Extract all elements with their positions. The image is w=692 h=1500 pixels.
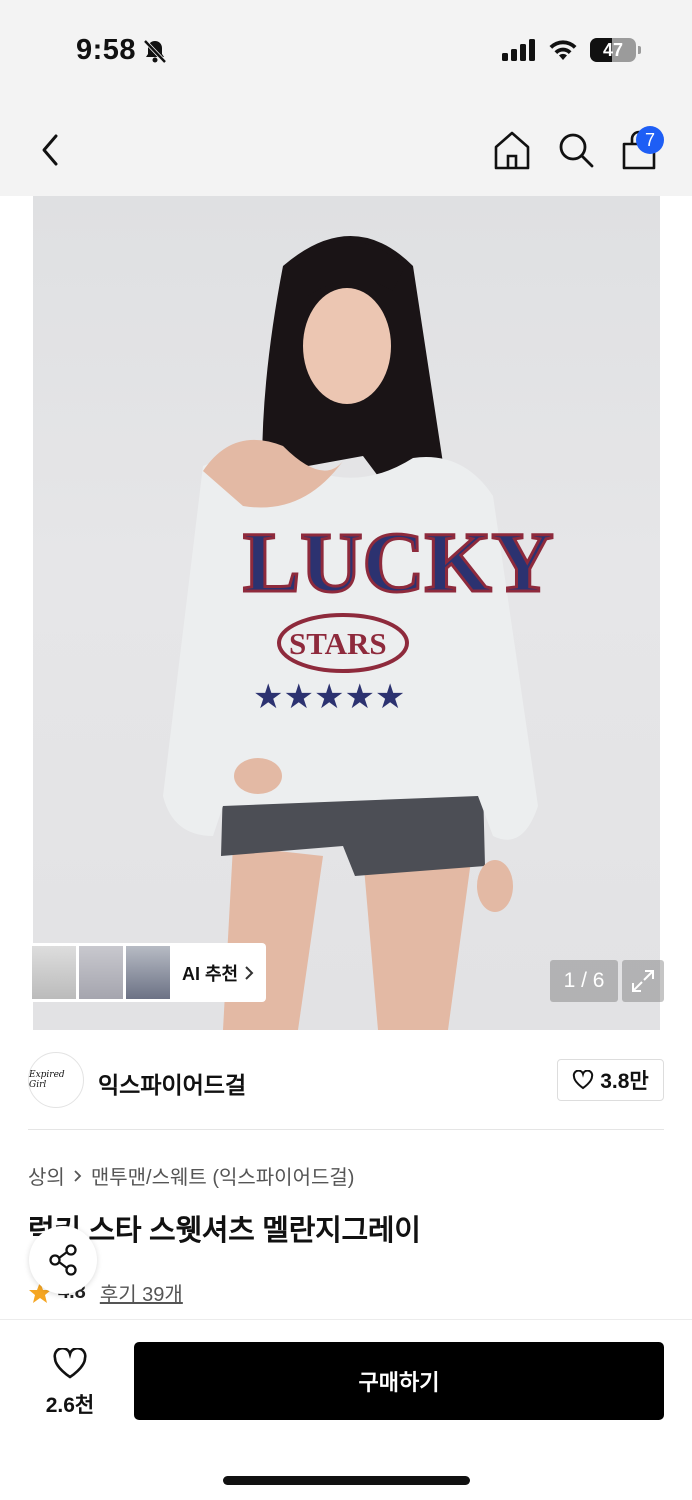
brand-logo[interactable]: Expired Girl xyxy=(28,1052,84,1108)
signal-icon xyxy=(502,39,535,61)
brand-row[interactable]: Expired Girl 익스파이어드걸 3.8만 xyxy=(0,1030,692,1130)
svg-text:STARS: STARS xyxy=(289,626,387,661)
svg-text:LUCKY: LUCKY xyxy=(243,514,554,610)
back-arrow-icon[interactable] xyxy=(34,128,70,172)
status-time: 9:58 xyxy=(76,34,168,67)
ai-thumb-1 xyxy=(32,946,76,999)
status-icons: 47 xyxy=(502,38,641,62)
bell-muted-icon xyxy=(143,39,167,63)
ai-recommend-label: AI 추천 xyxy=(182,963,239,984)
wish-count: 2.6천 xyxy=(45,1394,95,1417)
ai-thumb-2 xyxy=(79,946,123,999)
heart-icon xyxy=(573,1070,594,1090)
cart-badge: 7 xyxy=(636,126,664,154)
heart-icon xyxy=(53,1346,87,1379)
buy-button[interactable]: 구매하기 xyxy=(134,1342,664,1420)
brand-like-count: 3.8만 xyxy=(600,1070,649,1093)
svg-text:★★★★★: ★★★★★ xyxy=(253,678,405,716)
ai-recommend-button[interactable]: AI 추천 xyxy=(29,943,266,1002)
brand-name[interactable]: 익스파이어드걸 xyxy=(98,1066,246,1100)
breadcrumb-leaf[interactable]: 맨투맨/스웨트 (익스파이어드걸) xyxy=(91,1161,355,1190)
battery-level: 47 xyxy=(602,39,624,60)
chevron-right-icon xyxy=(74,1169,82,1182)
bottom-bar: 2.6천 구매하기 xyxy=(0,1319,692,1500)
top-nav xyxy=(0,122,692,180)
brand-like-button[interactable]: 3.8만 xyxy=(557,1059,664,1101)
time-text: 9:58 xyxy=(76,34,137,66)
image-counter: 1 / 6 xyxy=(550,960,618,1002)
brand-logo-text: Expired Girl xyxy=(29,1070,65,1090)
battery-icon: 47 xyxy=(590,38,641,62)
breadcrumb-root[interactable]: 상의 xyxy=(28,1161,65,1190)
ai-thumb-3 xyxy=(126,946,170,999)
divider xyxy=(28,1129,664,1130)
chevron-right-icon xyxy=(245,965,254,980)
model-photo: LUCKY STARS ★★★★★ xyxy=(163,236,555,1030)
wifi-icon xyxy=(549,40,577,60)
home-indicator xyxy=(223,1476,470,1485)
share-button[interactable] xyxy=(29,1226,97,1294)
expand-icon xyxy=(632,970,654,992)
expand-button[interactable] xyxy=(622,960,664,1002)
product-hero-image[interactable]: LUCKY STARS ★★★★★ xyxy=(33,196,660,1030)
search-icon[interactable] xyxy=(556,130,596,170)
share-icon xyxy=(49,1244,77,1276)
home-icon[interactable] xyxy=(492,130,532,170)
review-link[interactable]: 후기 39개 xyxy=(100,1278,183,1307)
breadcrumb: 상의 맨투맨/스웨트 (익스파이어드걸) xyxy=(28,1161,354,1190)
wish-button[interactable]: 2.6천 xyxy=(34,1346,106,1419)
